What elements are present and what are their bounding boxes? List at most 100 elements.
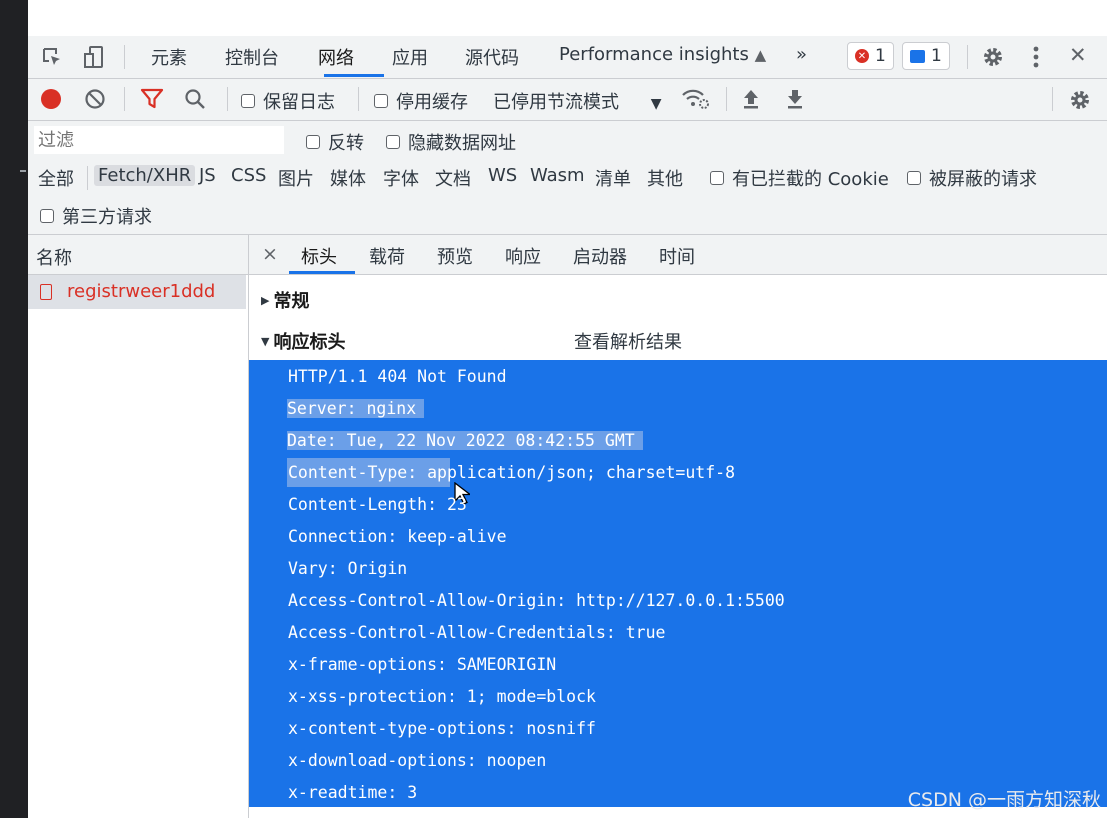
filter-type-js[interactable]: JS [199,165,216,186]
hide-data-urls-label: 隐藏数据网址 [408,133,516,154]
request-row[interactable]: registrweer1ddd [28,275,246,309]
header-line: x-xss-protection: 1; mode=block [288,682,596,711]
tab-console[interactable]: 控制台 [225,44,279,70]
tab-network[interactable]: 网络 [318,44,354,70]
tab-payload[interactable]: 载荷 [369,243,405,269]
header-line: x-content-type-options: nosniff [288,714,596,743]
separator [726,87,727,111]
tab-response[interactable]: 响应 [505,243,541,269]
device-toolbar-icon[interactable] [82,45,106,69]
header-line: HTTP/1.1 404 Not Found [288,362,507,391]
close-devtools-button[interactable]: ✕ [1069,43,1087,67]
filter-type-css[interactable]: CSS [231,165,266,186]
header-line-text: Access-Control-Allow-Credentials: true [288,623,666,642]
tab-timing[interactable]: 时间 [659,243,695,269]
header-line-text: x-download-options: noopen [288,751,547,770]
detail-tabs: × 标头 载荷 预览 响应 启动器 时间 [249,235,1107,275]
record-icon[interactable] [40,88,62,110]
checkbox-box [241,94,255,108]
filter-bar: 反转 隐藏数据网址 全部 Fetch/XHR JS CSS 图片 媒体 字体 文… [28,121,1107,235]
throttling-select[interactable]: 已停用节流模式 ▼ [493,88,662,114]
close-detail-button[interactable]: × [262,243,278,265]
inspect-element-icon[interactable] [40,45,64,69]
header-line-text: Access-Control-Allow-Origin: http://127.… [288,591,785,610]
separator [87,166,88,190]
tab-application[interactable]: 应用 [392,44,428,70]
blocked-requests-label: 被屏蔽的请求 [929,169,1037,190]
filter-type-img[interactable]: 图片 [278,165,314,191]
separator [1052,87,1053,111]
error-badge[interactable]: ✕ 1 [847,42,894,70]
left-edge-strip [0,0,28,818]
request-list-panel: 名称 registrweer1ddd [28,235,249,818]
triangle-right-icon: ▶ [261,293,270,307]
more-tabs-button[interactable]: » [796,44,807,65]
filter-type-media[interactable]: 媒体 [330,165,366,191]
checkbox-box [386,135,400,149]
throttling-label: 已停用节流模式 [493,92,619,113]
hide-data-urls-checkbox[interactable]: 隐藏数据网址 [386,129,516,155]
more-options-icon[interactable] [1026,44,1046,70]
checkbox-box [374,94,388,108]
filter-type-manifest[interactable]: 清单 [595,165,631,191]
network-settings-gear-icon[interactable] [1067,87,1093,113]
blocked-requests-checkbox[interactable]: 被屏蔽的请求 [907,165,1037,191]
third-party-checkbox[interactable]: 第三方请求 [40,203,152,229]
header-line-text: Connection: keep-alive [288,527,507,546]
header-line-text: x-readtime: 3 [288,783,418,802]
header-line: x-readtime: 3 [288,778,417,807]
tab-initiator[interactable]: 启动器 [573,243,627,269]
import-har-icon[interactable] [740,88,762,110]
tab-headers[interactable]: 标头 [301,243,337,269]
view-parsed-link[interactable]: 查看解析结果 [574,328,682,354]
header-line: Access-Control-Allow-Origin: http://127.… [288,586,785,615]
filter-type-wasm[interactable]: Wasm [530,165,585,186]
clear-icon[interactable] [84,88,106,110]
page-area [28,0,1107,36]
separator [967,45,968,69]
response-headers-section-toggle[interactable]: ▼ 响应标头 [261,328,345,354]
header-line: Date: Tue, 22 Nov 2022 08:42:55 GMT [287,426,643,455]
name-column-header[interactable]: 名称 [28,235,248,275]
filter-type-fetch-xhr[interactable]: Fetch/XHR [94,165,196,186]
active-detail-tab-indicator [289,271,355,274]
header-line-text: Server: nginx [287,399,425,418]
tab-sources[interactable]: 源代码 [465,44,519,70]
request-detail-panel: × 标头 载荷 预览 响应 启动器 时间 ▶ 常规 ▼ 响应标头 查看解析结果 … [249,235,1107,818]
header-line: Content-Type: application/json; charset=… [288,458,735,487]
invert-checkbox[interactable]: 反转 [306,129,364,155]
general-section-toggle[interactable]: ▶ 常规 [261,287,309,313]
export-har-icon[interactable] [784,88,806,110]
header-line-text: Vary: Origin [288,559,408,578]
response-headers-label: 响应标头 [273,332,346,353]
filter-type-doc[interactable]: 文档 [435,165,471,191]
disable-cache-checkbox[interactable]: 停用缓存 [374,88,468,114]
filter-icon[interactable] [140,88,164,110]
header-line: x-download-options: noopen [288,746,546,775]
header-line-text: x-frame-options: SAMEORIGIN [288,655,557,674]
tab-performance-insights[interactable]: Performance insights ▲ [559,44,766,65]
filter-type-other[interactable]: 其他 [647,165,683,191]
network-conditions-icon[interactable] [681,87,711,111]
filter-input[interactable] [34,126,284,154]
header-line: Content-Length: 23 [288,490,467,519]
separator [227,87,228,111]
search-icon[interactable] [183,88,207,110]
filter-type-all[interactable]: 全部 [38,165,74,191]
message-icon [910,49,925,63]
blocked-cookies-checkbox[interactable]: 有已拦截的 Cookie [710,165,889,191]
filter-type-ws[interactable]: WS [488,165,517,186]
settings-gear-icon[interactable] [980,44,1006,70]
checkbox-box [710,171,724,185]
tab-elements[interactable]: 元素 [151,44,187,70]
flask-icon: ▲ [754,46,767,64]
preserve-log-label: 保留日志 [263,92,335,113]
message-badge[interactable]: 1 [902,42,950,70]
chevron-down-icon: ▼ [650,96,662,112]
checkbox-box [907,171,921,185]
header-line-text: x-content-type-options: nosniff [288,719,596,738]
separator [124,45,125,69]
tab-preview[interactable]: 预览 [437,243,473,269]
preserve-log-checkbox[interactable]: 保留日志 [241,88,335,114]
filter-type-font[interactable]: 字体 [383,165,419,191]
